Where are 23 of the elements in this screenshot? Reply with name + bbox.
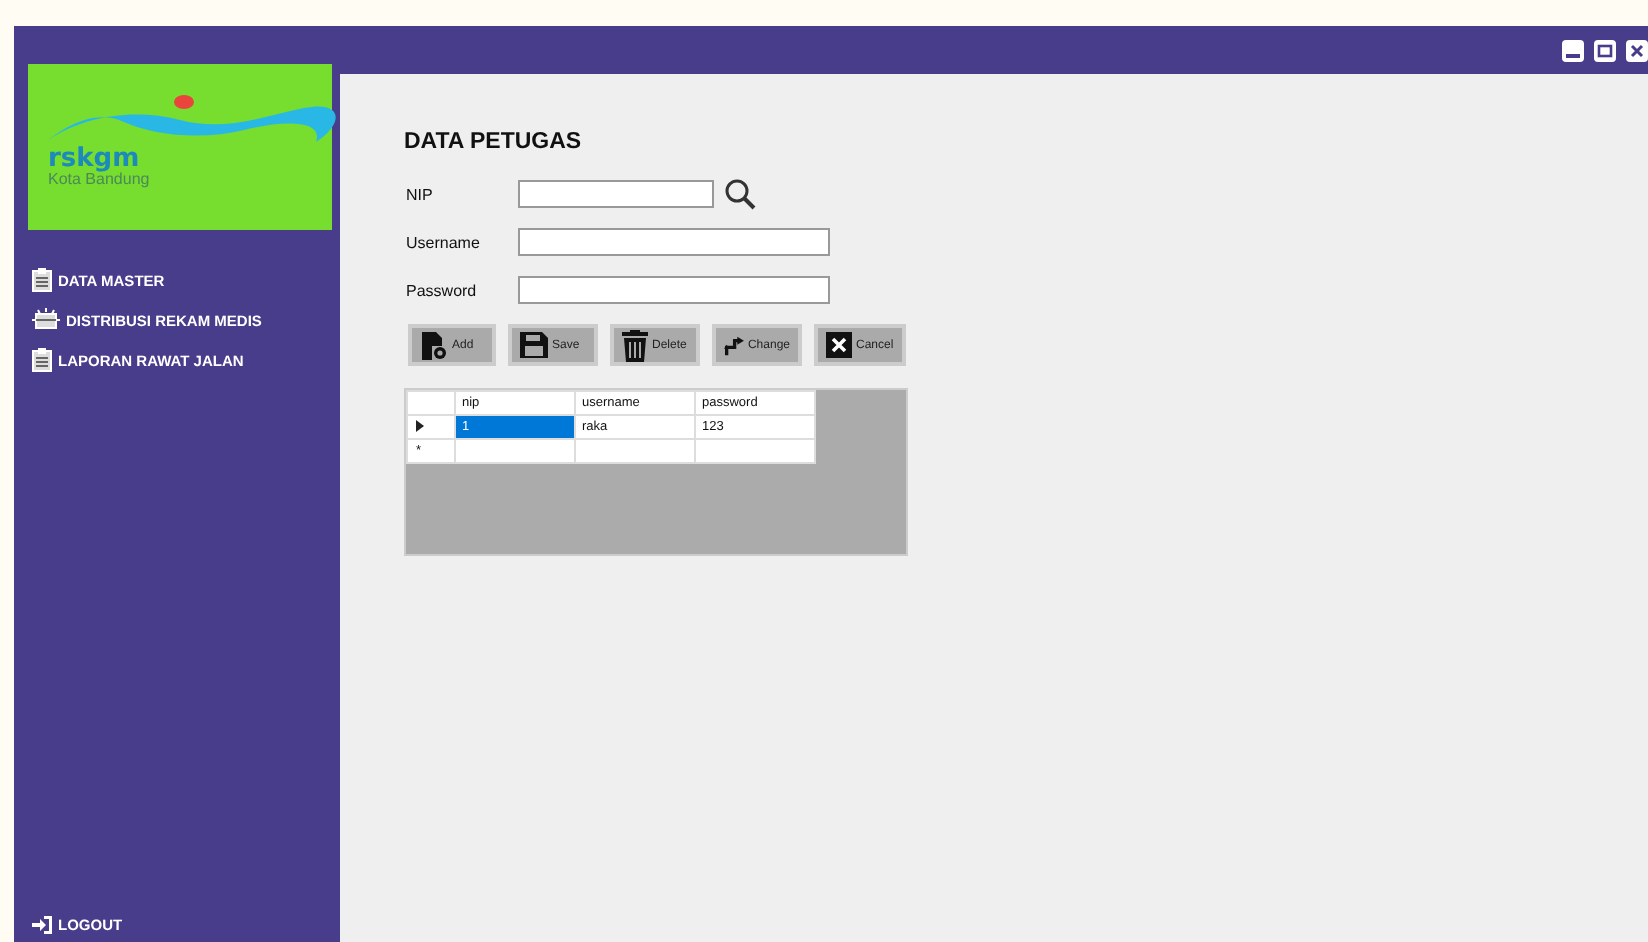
minimize-icon[interactable] <box>1562 39 1584 61</box>
cancel-icon <box>826 332 852 358</box>
field-label: NIP <box>404 185 435 203</box>
maximize-icon[interactable] <box>1594 39 1616 61</box>
swap-arrows-icon <box>724 331 744 359</box>
field-label: Password <box>404 281 479 299</box>
logo-name: rskgm <box>48 144 140 174</box>
input-field[interactable] <box>518 276 830 304</box>
logout-icon <box>32 916 52 934</box>
trash-icon <box>622 329 648 361</box>
tray-icon <box>32 308 60 332</box>
input-field[interactable] <box>518 180 714 208</box>
close-icon[interactable] <box>1626 39 1648 61</box>
page-title: DATA PETUGAS <box>404 130 584 154</box>
clipboard-icon <box>32 348 52 372</box>
field-label: Username <box>404 233 482 251</box>
floppy-icon <box>520 332 548 358</box>
row-pointer-icon <box>416 419 424 431</box>
input-field[interactable] <box>518 228 830 256</box>
file-add-icon <box>420 331 448 359</box>
logo-subtitle: Kota Bandung <box>48 170 150 188</box>
clipboard-icon <box>32 268 52 292</box>
search-icon[interactable] <box>724 178 756 210</box>
